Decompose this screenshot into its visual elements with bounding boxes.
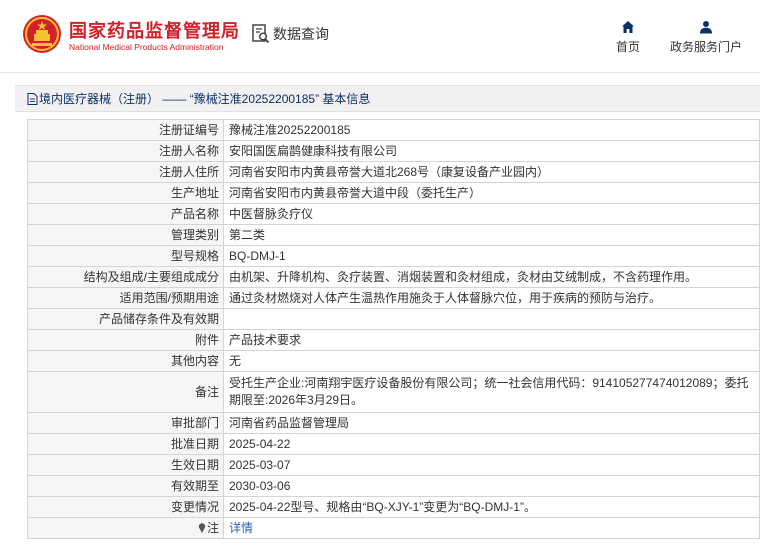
document-icon xyxy=(27,92,38,105)
site-header: 国家药品监督管理局 National Medical Products Admi… xyxy=(0,0,760,72)
document-search-icon xyxy=(252,24,270,44)
home-icon xyxy=(622,21,634,33)
table-row: 结构及组成/主要组成成分 由机架、升降机构、灸疗装置、消烟装置和灸材组成，灸材由艾… xyxy=(27,266,760,288)
table-row: 管理类别 第二类 xyxy=(27,224,760,246)
breadcrumb: 境内医疗器械（注册） —— “豫械注准20252200185” 基本信息 xyxy=(15,85,760,112)
brand-subtitle: National Medical Products Administration xyxy=(69,42,224,52)
details-link[interactable]: 详情 xyxy=(229,521,253,535)
row-key: 产品储存条件及有效期 xyxy=(27,308,224,330)
table-row: 注册人名称 安阳国医扁鹊健康科技有限公司 xyxy=(27,140,760,162)
row-value: 通过灸材燃烧对人体产生温热作用施灸于人体督脉穴位，用于疾病的预防与治疗。 xyxy=(223,287,760,309)
row-key: 型号规格 xyxy=(27,245,224,267)
row-key: 有效期至 xyxy=(27,475,224,497)
row-key: 生产地址 xyxy=(27,182,224,204)
note-key-label: 注 xyxy=(206,520,219,535)
breadcrumb-text: 境内医疗器械（注册） —— “豫械注准20252200185” 基本信息 xyxy=(39,92,371,106)
row-key: 注册证编号 xyxy=(27,119,224,141)
row-key: 适用范围/预期用途 xyxy=(27,287,224,309)
row-key: 其他内容 xyxy=(27,350,224,372)
table-row: 生效日期 2025-03-07 xyxy=(27,454,760,476)
row-value: 详情 xyxy=(223,517,760,539)
row-value: BQ-DMJ-1 xyxy=(223,245,760,267)
row-value: 豫械注准20252200185 xyxy=(223,119,760,141)
row-value: 由机架、升降机构、灸疗装置、消烟装置和灸材组成，灸材由艾绒制成，不含药理作用。 xyxy=(223,266,760,288)
pin-icon xyxy=(198,522,206,533)
table-row: 注 详情 xyxy=(27,517,760,539)
table-row: 产品名称 中医督脉灸疗仪 xyxy=(27,203,760,225)
row-key: 审批部门 xyxy=(27,412,224,434)
table-row: 审批部门 河南省药品监督管理局 xyxy=(27,412,760,434)
table-row: 适用范围/预期用途 通过灸材燃烧对人体产生温热作用施灸于人体督脉穴位，用于疾病的预… xyxy=(27,287,760,309)
table-row: 产品储存条件及有效期 xyxy=(27,308,760,330)
data-query-label: 数据查询 xyxy=(273,26,329,42)
table-row: 批准日期 2025-04-22 xyxy=(27,433,760,455)
row-value: 2030-03-06 xyxy=(223,475,760,497)
row-key: 结构及组成/主要组成成分 xyxy=(27,266,224,288)
row-value: 安阳国医扁鹊健康科技有限公司 xyxy=(223,140,760,162)
row-key: 管理类别 xyxy=(27,224,224,246)
data-query-link[interactable]: 数据查询 xyxy=(252,24,329,44)
table-row: 变更情况 2025-04-22型号、规格由“BQ-XJY-1”变更为“BQ-DMJ… xyxy=(27,496,760,518)
nav-service-label: 政务服务门户 xyxy=(669,40,742,54)
row-key: 备注 xyxy=(27,371,224,413)
row-key: 附件 xyxy=(27,329,224,351)
user-icon xyxy=(700,21,712,34)
row-value: 2025-04-22 xyxy=(223,433,760,455)
device-info-table: 注册证编号 豫械注准20252200185 注册人名称 安阳国医扁鹊健康科技有限公司… xyxy=(27,119,760,539)
row-key: 产品名称 xyxy=(27,203,224,225)
table-row: 其他内容无 xyxy=(27,350,760,372)
header-divider xyxy=(0,72,760,73)
table-row: 附件 产品技术要求 xyxy=(27,329,760,351)
row-key: 生效日期 xyxy=(27,454,224,476)
row-value: 河南省药品监督管理局 xyxy=(223,412,760,434)
row-key-note: 注 xyxy=(27,517,224,539)
row-value: 河南省安阳市内黄县帝誉大道北268号（康复设备产业园内） xyxy=(223,161,760,183)
table-row: 生产地址 河南省安阳市内黄县帝誉大道中段（委托生产） xyxy=(27,182,760,204)
row-value: 2025-04-22型号、规格由“BQ-XJY-1”变更为“BQ-DMJ-1”。 xyxy=(223,496,760,518)
row-value: 第二类 xyxy=(223,224,760,246)
row-key: 批准日期 xyxy=(27,433,224,455)
brand-title[interactable]: 国家药品监督管理局 xyxy=(69,17,240,43)
row-value: 产品技术要求 xyxy=(223,329,760,351)
table-row: 有效期至 2030-03-06 xyxy=(27,475,760,497)
nav-home[interactable]: 首页 xyxy=(612,20,644,55)
row-key: 变更情况 xyxy=(27,496,224,518)
table-row: 注册证编号 豫械注准20252200185 xyxy=(27,119,760,141)
nav-home-label: 首页 xyxy=(615,40,640,54)
table-row: 型号规格 BQ-DMJ-1 xyxy=(27,245,760,267)
nav-service-portal[interactable]: 政务服务门户 xyxy=(664,20,748,55)
row-key: 注册人名称 xyxy=(27,140,224,162)
row-value: 河南省安阳市内黄县帝誉大道中段（委托生产） xyxy=(223,182,760,204)
national-emblem-icon xyxy=(23,15,61,53)
row-value xyxy=(223,308,760,330)
table-row: 备注 受托生产企业:河南翔宇医疗设备股份有限公司；统一社会信用代码：9141052… xyxy=(27,371,760,413)
row-value: 受托生产企业:河南翔宇医疗设备股份有限公司；统一社会信用代码：914105277… xyxy=(223,371,760,413)
row-value: 2025-03-07 xyxy=(223,454,760,476)
table-row: 注册人住所 河南省安阳市内黄县帝誉大道北268号（康复设备产业园内） xyxy=(27,161,760,183)
row-value: 中医督脉灸疗仪 xyxy=(223,203,760,225)
row-value: 无 xyxy=(223,350,760,372)
row-key: 注册人住所 xyxy=(27,161,224,183)
